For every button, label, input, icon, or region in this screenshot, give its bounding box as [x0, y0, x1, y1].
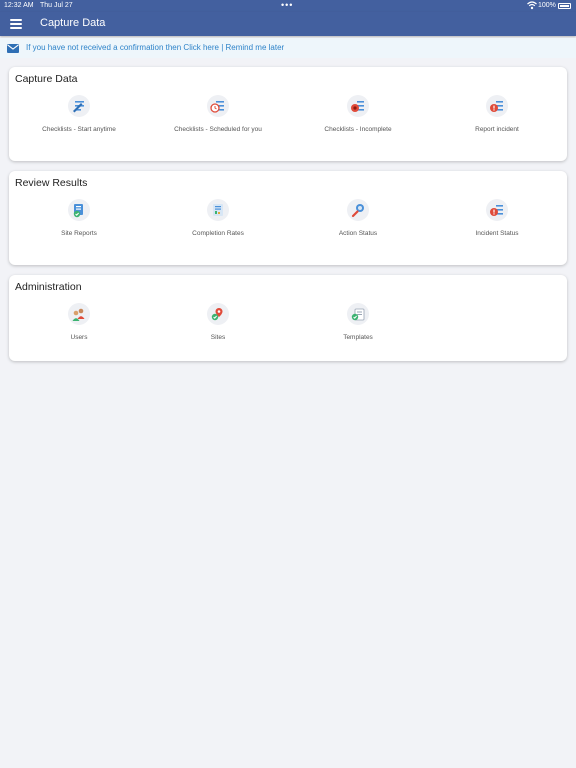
- tile-checklists-scheduled[interactable]: Checklists - Scheduled for you: [148, 95, 288, 133]
- capture-data-card: Capture Data Checklists - Start anytime …: [9, 67, 567, 161]
- page-title: Capture Data: [40, 17, 106, 29]
- wifi-icon: [527, 1, 537, 10]
- checklist-incomplete-icon: [347, 95, 369, 117]
- tile-completion-rates[interactable]: Completion Rates: [148, 199, 288, 237]
- tile-sites[interactable]: Sites: [148, 303, 288, 341]
- site-reports-icon: [68, 199, 90, 221]
- confirmation-banner[interactable]: If you have not received a confirmation …: [0, 38, 576, 58]
- tile-incident-status[interactable]: Incident Status: [427, 199, 567, 237]
- battery-icon: [558, 3, 571, 9]
- action-status-icon: [347, 199, 369, 221]
- multitask-dots[interactable]: •••: [281, 0, 293, 10]
- tile-checklists-incomplete[interactable]: Checklists - Incomplete: [288, 95, 428, 133]
- tile-report-incident[interactable]: Report incident: [427, 95, 567, 133]
- tile-label: Checklists - Incomplete: [324, 126, 392, 133]
- confirmation-link[interactable]: If you have not received a confirmation …: [26, 43, 284, 52]
- tile-label: Templates: [343, 334, 373, 341]
- tile-checklists-start-anytime[interactable]: Checklists - Start anytime: [9, 95, 149, 133]
- status-bar: 12:32 AM Thu Jul 27 ••• 100%: [0, 0, 576, 12]
- nav-bar: Capture Data: [0, 12, 576, 36]
- completion-rates-icon: [207, 199, 229, 221]
- tile-label: Checklists - Start anytime: [42, 126, 116, 133]
- review-results-card: Review Results Site Reports Completion R…: [9, 171, 567, 265]
- report-incident-icon: [486, 95, 508, 117]
- sites-icon: [207, 303, 229, 325]
- tile-label: Sites: [210, 334, 226, 341]
- section-title: Review Results: [15, 177, 88, 189]
- checklist-pen-icon: [68, 95, 90, 117]
- tile-label: Completion Rates: [192, 230, 244, 237]
- tile-action-status[interactable]: Action Status: [288, 199, 428, 237]
- administration-card: Administration Users Sites Templates: [9, 275, 567, 361]
- incident-status-icon: [486, 199, 508, 221]
- section-title: Capture Data: [15, 73, 78, 85]
- tile-label: Site Reports: [61, 230, 97, 237]
- status-date: Thu Jul 27: [40, 2, 73, 9]
- tile-label: Users: [70, 334, 88, 341]
- section-title: Administration: [15, 281, 82, 293]
- status-time: 12:32 AM: [4, 2, 34, 9]
- tile-label: Action Status: [338, 230, 378, 237]
- tile-site-reports[interactable]: Site Reports: [9, 199, 149, 237]
- tile-users[interactable]: Users: [9, 303, 149, 341]
- tile-label: Incident Status: [475, 230, 519, 237]
- tile-templates[interactable]: Templates: [288, 303, 428, 341]
- battery-percentage: 100%: [538, 2, 556, 9]
- hamburger-menu-icon[interactable]: [10, 19, 22, 29]
- templates-icon: [347, 303, 369, 325]
- users-icon: [68, 303, 90, 325]
- tile-label: Checklists - Scheduled for you: [174, 126, 262, 133]
- checklist-clock-icon: [207, 95, 229, 117]
- tile-label: Report incident: [475, 126, 519, 133]
- mail-icon: [7, 44, 19, 53]
